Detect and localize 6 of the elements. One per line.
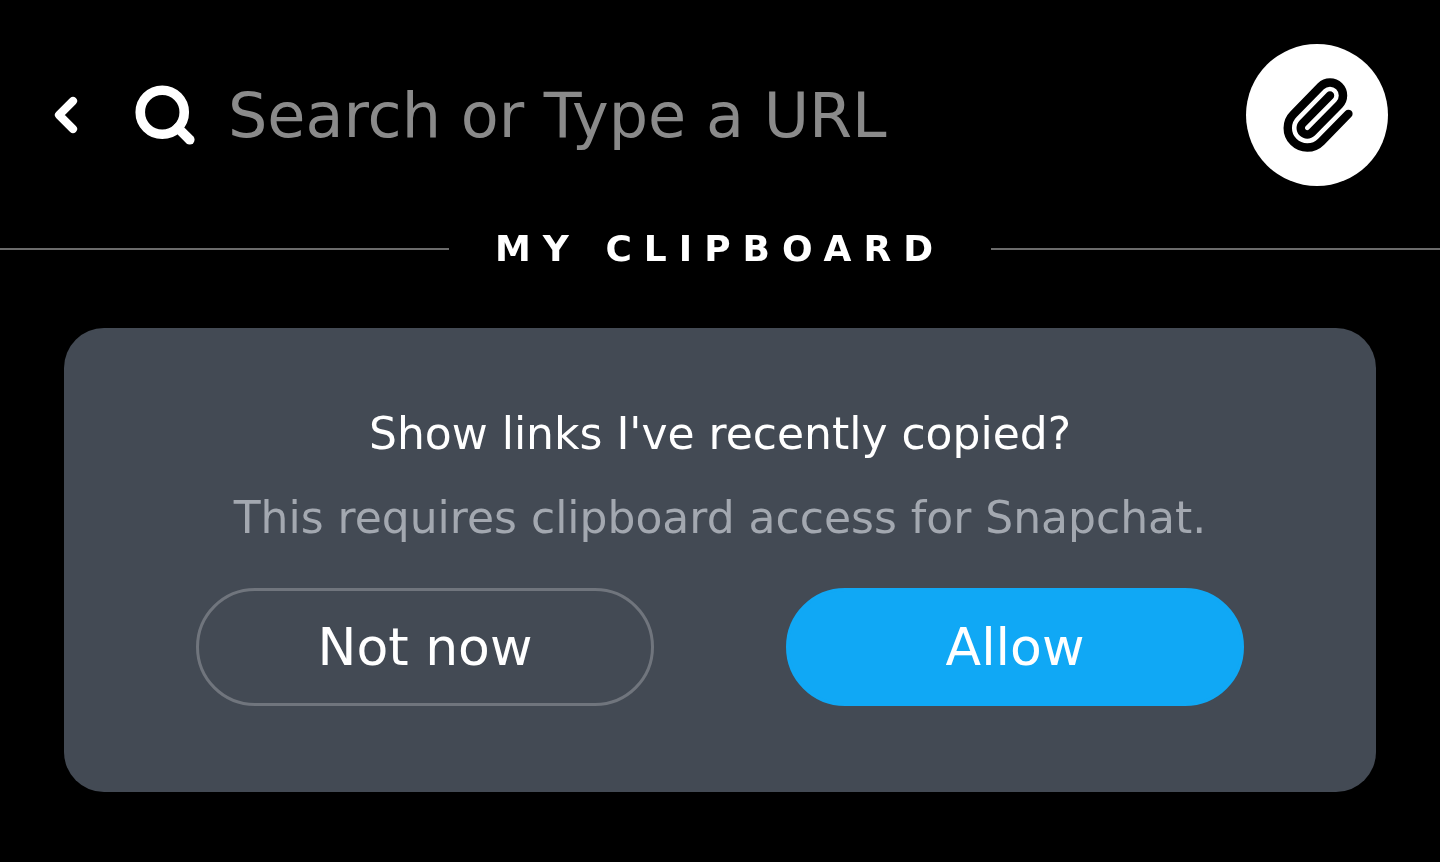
section-heading: MY CLIPBOARD	[494, 227, 946, 271]
search-field[interactable]: Search or Type a URL	[228, 68, 1246, 162]
prompt-title: Show links I've recently copied?	[368, 407, 1072, 461]
prompt-message: This requires clipboard access for Snapchat.	[233, 491, 1207, 545]
not-now-button[interactable]: Not now	[196, 588, 654, 706]
search-icon	[132, 82, 198, 148]
